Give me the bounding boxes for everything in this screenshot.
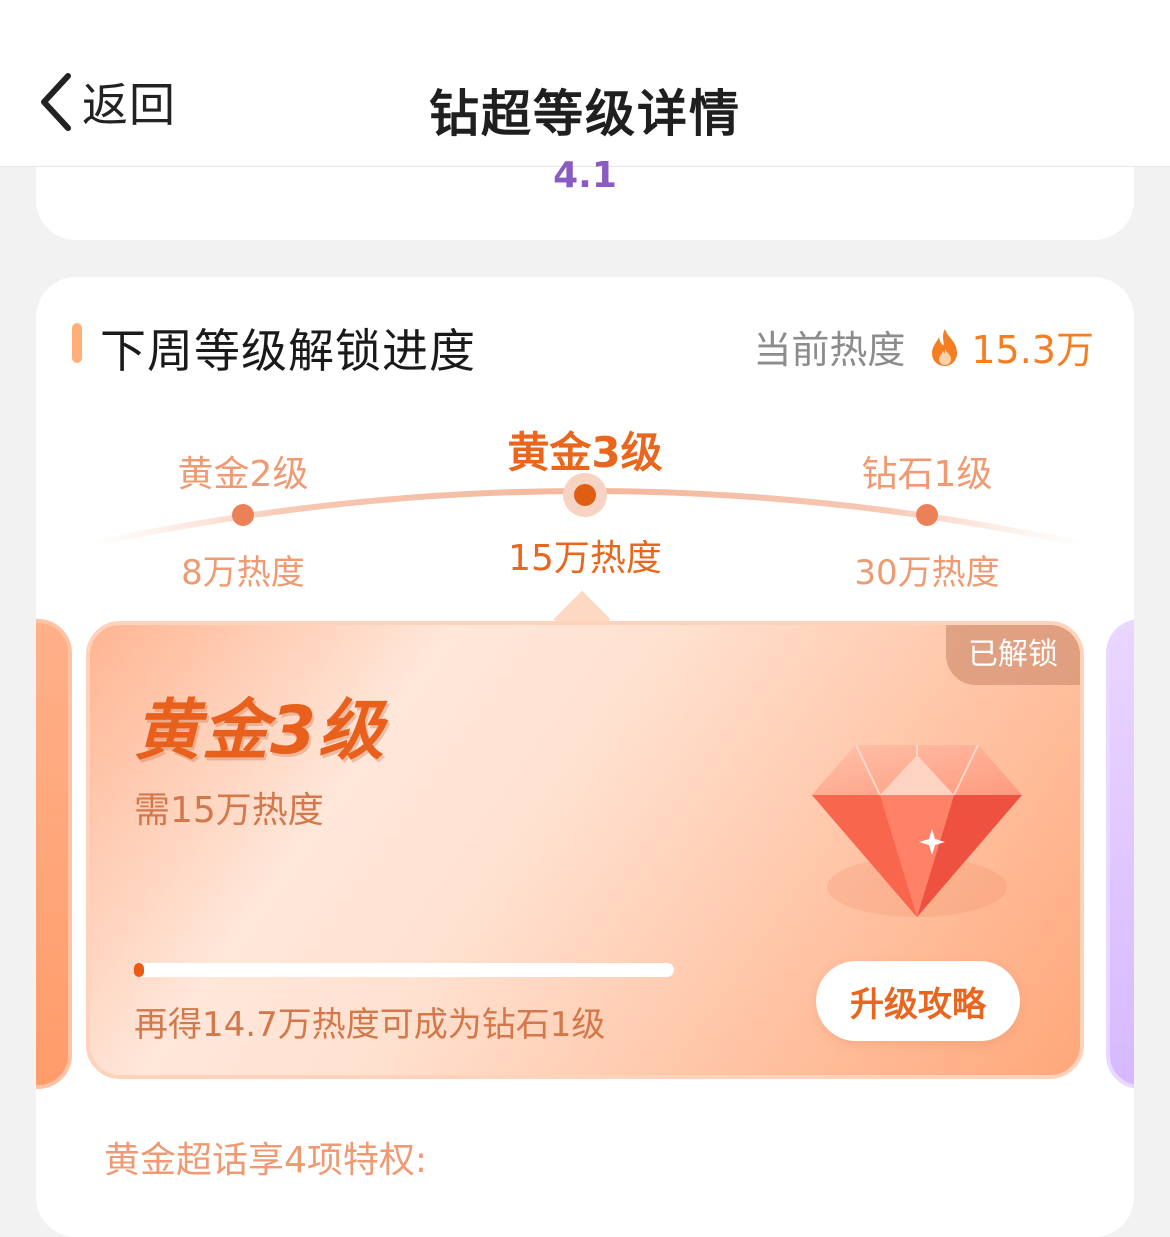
level-dot-active <box>574 484 596 506</box>
level-req-active: 15万热度 <box>508 538 662 579</box>
level-req-left: 8万热度 <box>181 553 305 593</box>
level-progress-card: 下周等级解锁进度 当前热度 15.3万 黄金2级 黄金3级 钻石1级 8万热度 … <box>36 277 1134 1237</box>
next-level-card[interactable] <box>1106 619 1134 1089</box>
page-title: 钻超等级详情 <box>429 85 741 143</box>
current-heat-label: 当前热度 <box>753 328 906 372</box>
section-title: 下周等级解锁进度 <box>100 324 476 378</box>
level-name-right[interactable]: 钻石1级 <box>807 445 1047 497</box>
nav-bar: 返回 钻超等级详情 <box>0 0 1170 167</box>
card-level-name: 黄金3级 <box>134 692 386 769</box>
current-heat-value: 15.3万 <box>971 328 1094 372</box>
card-requirement: 需15万热度 <box>134 790 324 831</box>
level-progress-bar <box>134 963 674 977</box>
upgrade-guide-button[interactable]: 升级攻略 <box>816 961 1020 1041</box>
flame-icon <box>927 327 963 367</box>
level-dot-right <box>916 504 938 526</box>
diamond-gem-icon <box>812 744 1022 917</box>
level-name-active[interactable]: 黄金3级 <box>465 419 705 480</box>
level-req-right: 30万热度 <box>854 553 1000 593</box>
level-progress-fill <box>134 963 144 977</box>
section-accent-bar <box>72 323 82 363</box>
unlocked-badge: 已解锁 <box>946 625 1080 685</box>
level-name-left[interactable]: 黄金2级 <box>123 445 363 497</box>
privilege-heading: 黄金超话享4项特权: <box>104 1140 428 1181</box>
progress-text: 再得14.7万热度可成为钻石1级 <box>134 1005 606 1045</box>
current-level-card[interactable]: 已解锁 黄金3级 需15万热度 再得14.7万热度可成为钻石1级 升级攻略 <box>86 621 1084 1079</box>
prev-level-card[interactable] <box>36 619 72 1089</box>
top-card-value: 4.1 <box>553 160 617 188</box>
level-dot-left <box>232 504 254 526</box>
current-heat: 当前热度 15.3万 <box>753 319 1094 374</box>
